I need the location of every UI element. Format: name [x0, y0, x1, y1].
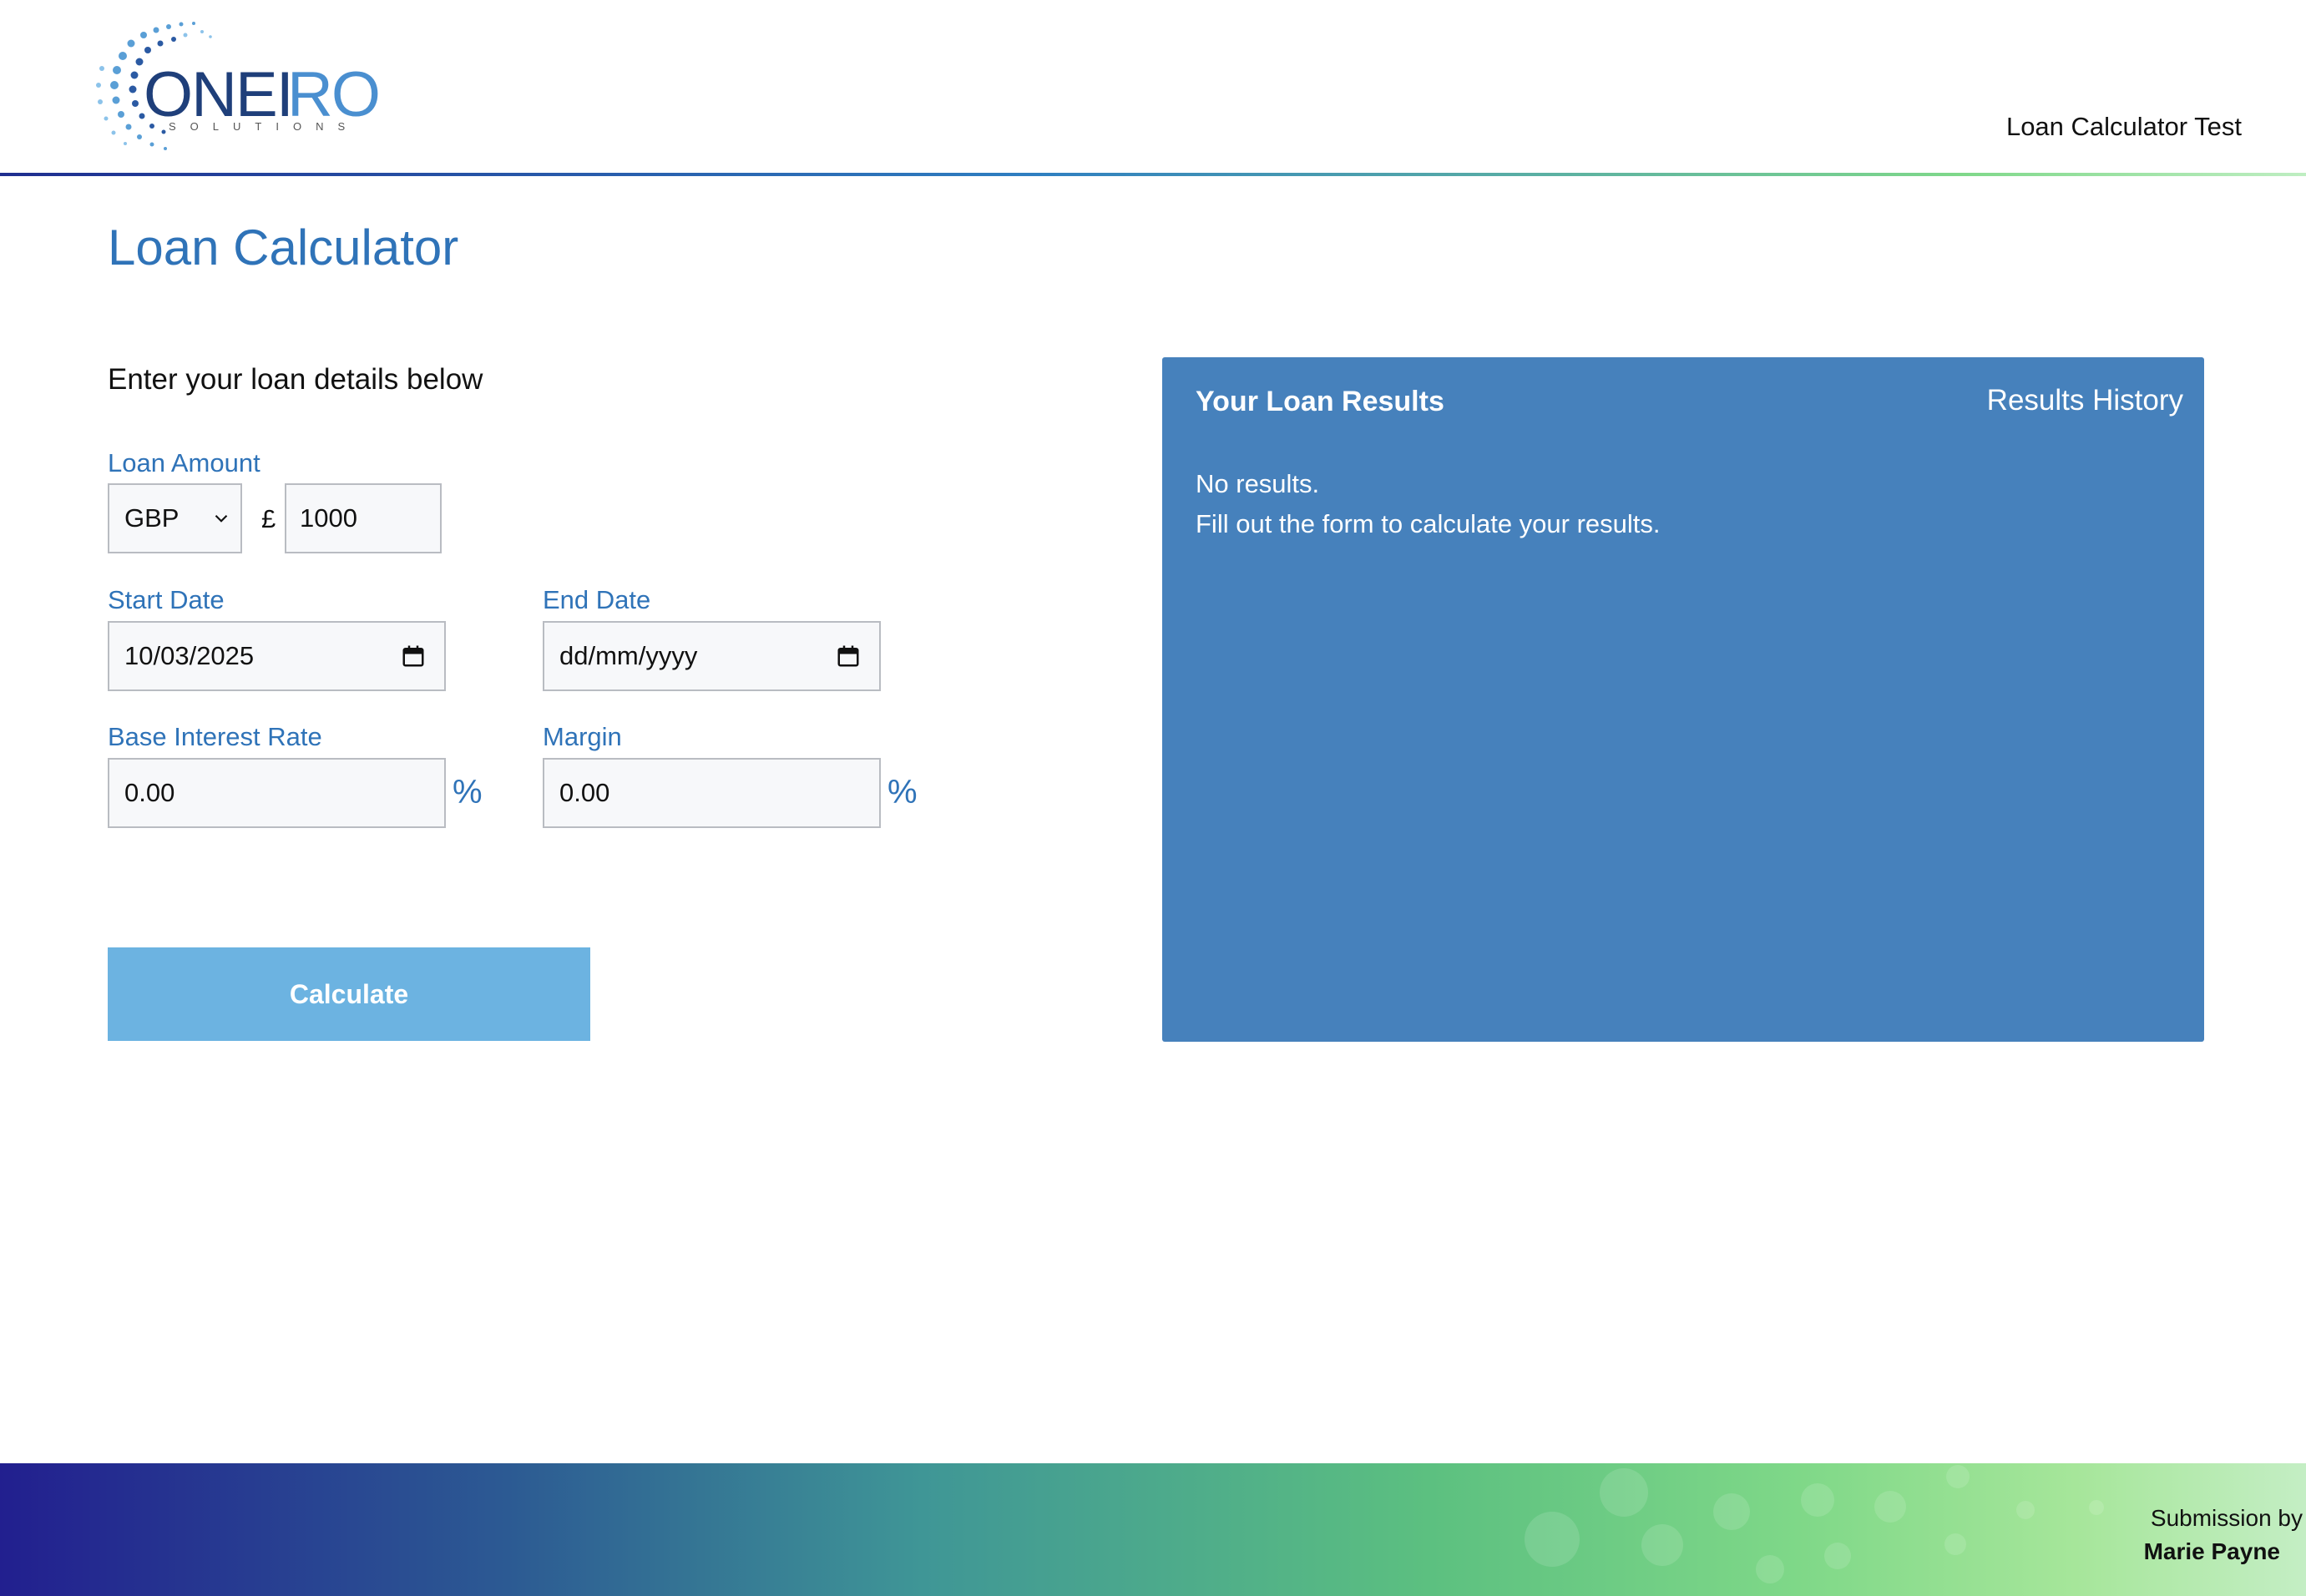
start-date-input[interactable]: 10/03/2025	[108, 621, 446, 691]
base-rate-input[interactable]: 0.00	[108, 758, 446, 828]
base-rate-value: 0.00	[124, 778, 175, 807]
end-date-placeholder: dd/mm/yyyy	[559, 641, 698, 670]
oneiro-logo[interactable]: ONEI RO SOLUTIONS	[77, 10, 411, 160]
footer: Submission by Marie Payne	[0, 1463, 2306, 1596]
results-instructions: Fill out the form to calculate your resu…	[1196, 509, 1661, 538]
results-title: Your Loan Results	[1196, 386, 1444, 417]
loan-amount-label: Loan Amount	[108, 448, 260, 477]
svg-text:SOLUTIONS: SOLUTIONS	[169, 120, 359, 133]
footer-decoration	[1946, 1465, 1970, 1488]
results-panel: Your Loan Results Results History No res…	[1162, 357, 2204, 1042]
end-date-input[interactable]: dd/mm/yyyy	[543, 621, 881, 691]
footer-decoration	[1713, 1493, 1750, 1530]
start-date-value: 10/03/2025	[124, 641, 255, 670]
chevron-down-icon	[215, 514, 228, 523]
loan-amount-value: 1000	[300, 503, 357, 533]
footer-decoration	[1756, 1555, 1784, 1583]
calculate-button[interactable]: Calculate	[108, 947, 590, 1041]
header-divider	[0, 173, 2306, 176]
currency-symbol: £	[261, 504, 276, 533]
header-title: Loan Calculator Test	[2005, 112, 2242, 141]
footer-decoration	[2016, 1501, 2035, 1519]
footer-decoration	[1824, 1543, 1851, 1569]
margin-percent-sign: %	[888, 774, 918, 811]
calendar-icon[interactable]	[836, 644, 861, 669]
loan-amount-input[interactable]: 1000	[285, 483, 442, 553]
submission-label: Submission by	[2150, 1505, 2303, 1531]
form-intro: Enter your loan details below	[108, 363, 483, 396]
footer-decoration	[1600, 1468, 1648, 1517]
margin-value: 0.00	[559, 778, 610, 807]
currency-select[interactable]: GBP	[108, 483, 242, 553]
results-history-link[interactable]: Results History	[1987, 384, 2183, 417]
margin-input[interactable]: 0.00	[543, 758, 881, 828]
logo-graphic: ONEI RO SOLUTIONS	[96, 22, 381, 150]
footer-decoration	[1944, 1533, 1966, 1555]
calendar-icon[interactable]	[401, 644, 426, 669]
footer-decoration	[1801, 1483, 1834, 1517]
start-date-label: Start Date	[108, 585, 225, 614]
footer-decoration	[2089, 1500, 2104, 1515]
end-date-label: End Date	[543, 585, 651, 614]
margin-label: Margin	[543, 722, 622, 751]
currency-select-value: GBP	[124, 503, 180, 533]
header: ONEI RO SOLUTIONS Loan Calculator Test	[0, 0, 2306, 178]
author-name: Marie Payne	[2143, 1538, 2280, 1564]
page: ONEI RO SOLUTIONS Loan Calculator Test L…	[0, 0, 2306, 1596]
base-rate-percent-sign: %	[453, 774, 483, 811]
page-title: Loan Calculator	[108, 220, 459, 275]
footer-decoration	[1641, 1524, 1683, 1566]
footer-decoration	[1525, 1512, 1580, 1567]
no-results-message: No results.	[1196, 469, 1320, 498]
base-rate-label: Base Interest Rate	[108, 722, 322, 751]
footer-decoration	[1874, 1491, 1906, 1523]
